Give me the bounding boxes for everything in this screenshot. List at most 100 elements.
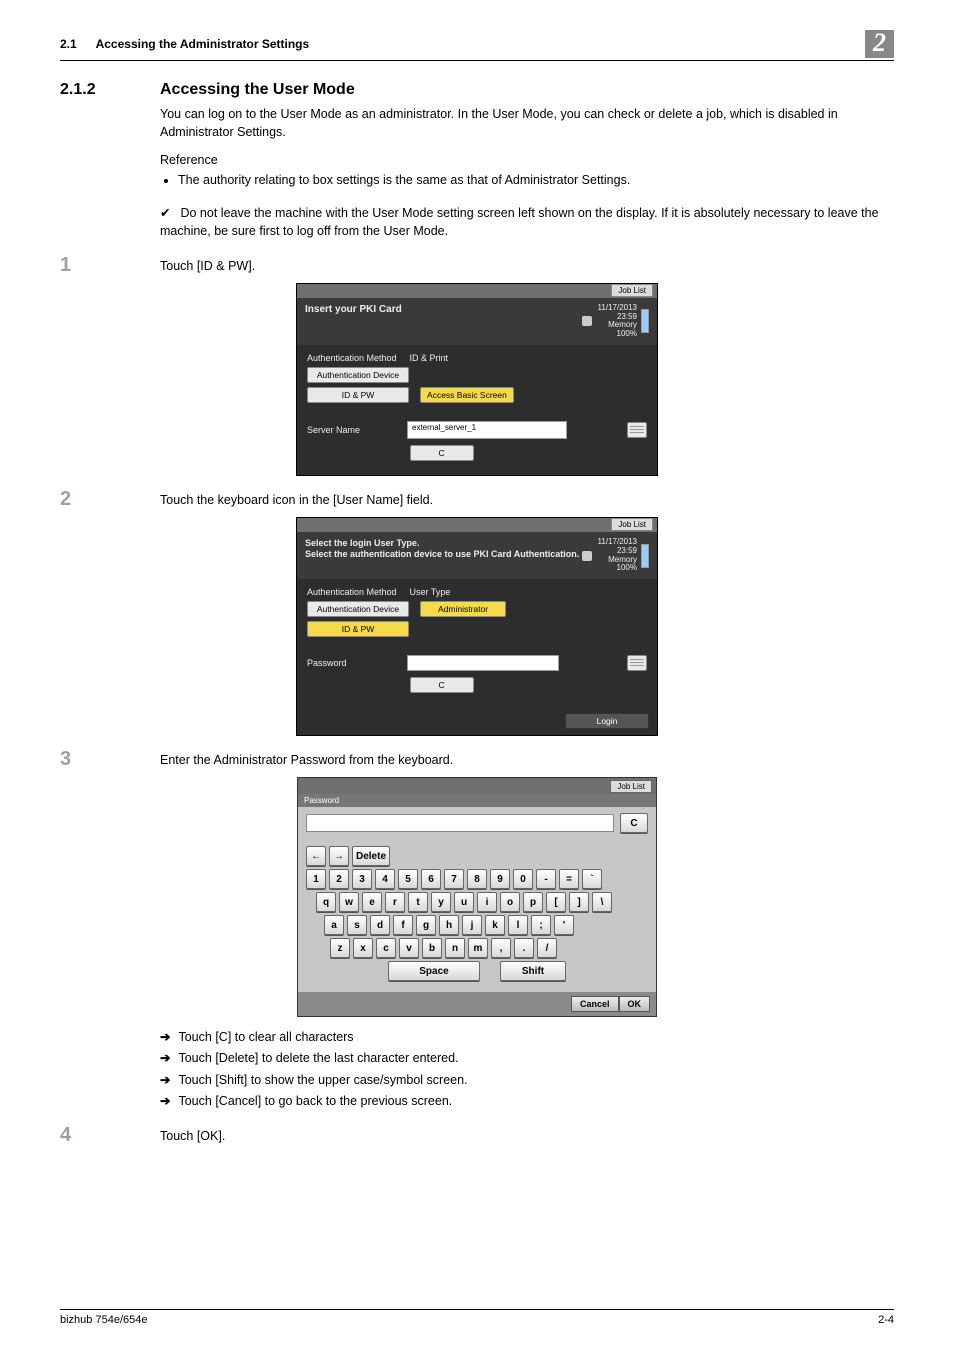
clear-button[interactable]: C [410,677,474,693]
step-number: 4 [60,1124,160,1147]
key-h[interactable]: h [439,915,459,935]
screenshot-keyboard: Job List Password C ← → Delete 123456789… [297,777,657,1017]
step-number: 3 [60,748,160,771]
panel-title-line1: Select the login User Type. [305,538,579,549]
key-3[interactable]: 3 [352,869,372,889]
sub-instruction: Touch [Cancel] to go back to the previou… [160,1091,894,1112]
key-j[interactable]: j [462,915,482,935]
key-m[interactable]: m [468,938,488,958]
reference-list: The authority relating to box settings i… [160,171,894,189]
step-text: Touch the keyboard icon in the [User Nam… [160,488,433,507]
key-5[interactable]: 5 [398,869,418,889]
key-7[interactable]: 7 [444,869,464,889]
key-d[interactable]: d [370,915,390,935]
key-row-3: asdfghjkl;' [306,915,648,935]
key-g[interactable]: g [416,915,436,935]
key-y[interactable]: y [431,892,451,912]
section-number: 2.1 [60,37,77,51]
key-;[interactable]: ; [531,915,551,935]
sub-instructions: Touch [C] to clear all characters Touch … [160,1027,894,1112]
job-list-button[interactable]: Job List [611,518,653,531]
password-label: Password [298,794,656,807]
access-basic-screen-button[interactable]: Access Basic Screen [420,387,514,403]
key-l[interactable]: l [508,915,528,935]
key-'[interactable]: ' [554,915,574,935]
administrator-button[interactable]: Administrator [420,601,506,617]
footer-page: 2-4 [878,1314,894,1326]
password-label: Password [307,658,407,668]
heading-title: Accessing the User Mode [160,81,355,99]
key-\[interactable]: \ [592,892,612,912]
key-space[interactable]: Space [388,961,480,981]
step-text: Touch [OK]. [160,1124,225,1143]
key-p[interactable]: p [523,892,543,912]
key-s[interactable]: s [347,915,367,935]
job-list-button[interactable]: Job List [610,780,652,793]
key-c[interactable]: c [376,938,396,958]
key-right-icon[interactable]: → [329,846,349,866]
key-o[interactable]: o [500,892,520,912]
footer-product: bizhub 754e/654e [60,1314,147,1326]
auth-device-button[interactable]: Authentication Device [307,367,409,383]
lock-icon [582,551,592,561]
step-text: Enter the Administrator Password from th… [160,748,453,767]
ok-button[interactable]: OK [619,996,651,1012]
id-pw-button[interactable]: ID & PW [307,387,409,403]
id-pw-button[interactable]: ID & PW [307,621,409,637]
key-delete[interactable]: Delete [352,846,390,866]
key-v[interactable]: v [399,938,419,958]
key-2[interactable]: 2 [329,869,349,889]
keyboard-icon[interactable] [627,422,647,438]
key-.[interactable]: . [514,938,534,958]
key-r[interactable]: r [385,892,405,912]
password-field[interactable] [407,655,559,671]
key-z[interactable]: z [330,938,350,958]
key-9[interactable]: 9 [490,869,510,889]
key-a[interactable]: a [324,915,344,935]
key-t[interactable]: t [408,892,428,912]
key-][interactable]: ] [569,892,589,912]
key-`[interactable]: ` [582,869,602,889]
panel-date: 11/17/2013 [598,303,637,312]
key-left-icon[interactable]: ← [306,846,326,866]
running-header: 2.1 Accessing the Administrator Settings… [60,30,894,61]
key-i[interactable]: i [477,892,497,912]
key-6[interactable]: 6 [421,869,441,889]
key-4[interactable]: 4 [375,869,395,889]
key-u[interactable]: u [454,892,474,912]
panel-title: Insert your PKI Card [305,304,402,316]
key-[[interactable]: [ [546,892,566,912]
server-name-field[interactable]: external_server_1 [407,421,567,439]
key-8[interactable]: 8 [467,869,487,889]
key-shift[interactable]: Shift [500,961,566,981]
key-n[interactable]: n [445,938,465,958]
clear-button[interactable]: C [620,813,648,833]
reference-label: Reference [160,151,894,169]
key-x[interactable]: x [353,938,373,958]
login-button[interactable]: Login [565,713,649,729]
key-w[interactable]: w [339,892,359,912]
memory-gauge-icon [641,544,649,568]
password-entry-field[interactable] [306,814,614,832]
key-0[interactable]: 0 [513,869,533,889]
key--[interactable]: - [536,869,556,889]
key-k[interactable]: k [485,915,505,935]
key-f[interactable]: f [393,915,413,935]
key-1[interactable]: 1 [306,869,326,889]
chapter-number: 2 [865,30,894,58]
key-q[interactable]: q [316,892,336,912]
key-e[interactable]: e [362,892,382,912]
cancel-button[interactable]: Cancel [571,996,619,1012]
section-title: Accessing the Administrator Settings [96,37,310,51]
key-=[interactable]: = [559,869,579,889]
key-b[interactable]: b [422,938,442,958]
key-row-2: qwertyuiop[]\ [306,892,648,912]
auth-device-button[interactable]: Authentication Device [307,601,409,617]
key-/[interactable]: / [537,938,557,958]
clear-button[interactable]: C [410,445,474,461]
screenshot-insert-pki: Job List Insert your PKI Card 11/17/2013… [296,283,658,476]
keyboard-icon[interactable] [627,655,647,671]
intro-paragraph: You can log on to the User Mode as an ad… [160,105,894,141]
key-,[interactable]: , [491,938,511,958]
job-list-button[interactable]: Job List [611,284,653,297]
